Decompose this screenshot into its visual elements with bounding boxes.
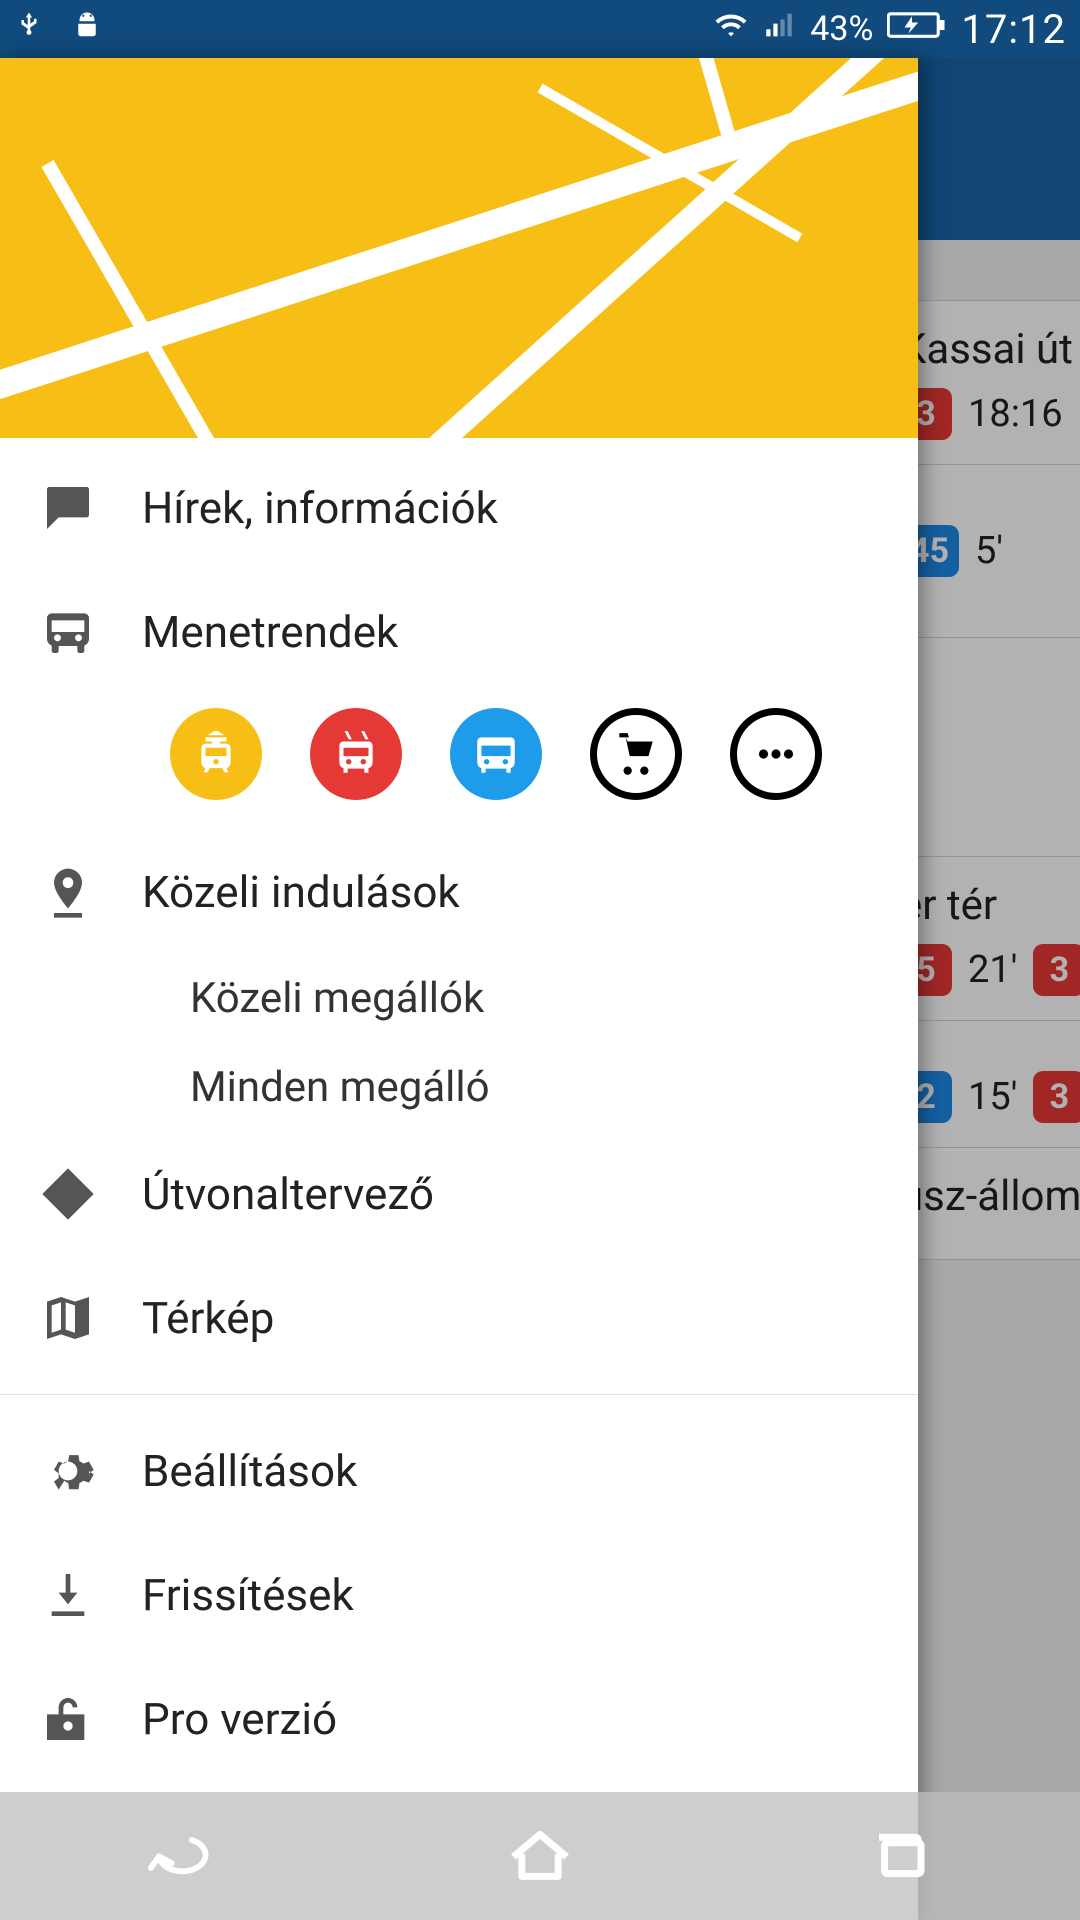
transport-more-button[interactable] — [730, 708, 822, 800]
unlock-icon — [40, 1691, 96, 1747]
menu-label: Pro verzió — [142, 1693, 337, 1745]
more-horizontal-icon — [751, 729, 801, 779]
shopping-cart-icon — [611, 729, 661, 779]
bus-icon — [471, 729, 521, 779]
trolleybus-icon — [331, 729, 381, 779]
map-icon — [40, 1290, 96, 1346]
menu-label: Beállítások — [142, 1445, 357, 1497]
home-button[interactable] — [505, 1825, 575, 1887]
menu-label: Minden megálló — [190, 1063, 490, 1112]
bus-icon — [40, 604, 96, 660]
menu-item-pro-version[interactable]: Pro verzió — [0, 1657, 918, 1781]
status-clock: 17:12 — [961, 6, 1066, 53]
transport-bus-button[interactable] — [450, 708, 542, 800]
menu-label: Közeli indulások — [142, 866, 460, 918]
menu-label: Útvonaltervező — [142, 1168, 434, 1220]
menu-subitem-all-stops[interactable]: Minden megálló — [0, 1043, 918, 1132]
system-navigation-bar — [0, 1792, 1080, 1920]
drawer-menu-list: Hírek, információk Menetrendek — [0, 438, 918, 1920]
transport-trolleybus-button[interactable] — [310, 708, 402, 800]
navigation-drawer: Hírek, információk Menetrendek — [0, 58, 918, 1920]
wifi-icon — [714, 8, 748, 51]
menu-item-updates[interactable]: Frissítések — [0, 1533, 918, 1657]
menu-divider — [0, 1394, 918, 1395]
transport-type-row — [0, 694, 918, 830]
recent-apps-button[interactable] — [865, 1825, 935, 1887]
menu-label: Hírek, információk — [142, 482, 498, 534]
usb-icon — [14, 9, 44, 49]
transport-shopping-button[interactable] — [590, 708, 682, 800]
menu-label: Közeli megállók — [190, 974, 484, 1023]
tram-icon — [191, 729, 241, 779]
location-pin-icon — [40, 864, 96, 920]
menu-item-map[interactable]: Térkép — [0, 1256, 918, 1380]
transport-tram-button[interactable] — [170, 708, 262, 800]
status-bar: 43% 17:12 — [0, 0, 1080, 58]
menu-item-nearby-departures[interactable]: Közeli indulások — [0, 830, 918, 954]
signal-icon — [762, 8, 796, 51]
battery-charging-icon — [887, 9, 947, 50]
gear-icon — [40, 1443, 96, 1499]
menu-label: Frissítések — [142, 1569, 354, 1621]
menu-item-schedules[interactable]: Menetrendek — [0, 570, 918, 694]
directions-icon — [40, 1166, 96, 1222]
android-debug-icon — [72, 9, 102, 49]
chat-icon — [40, 480, 96, 536]
menu-label: Térkép — [142, 1292, 274, 1344]
back-button[interactable] — [145, 1825, 215, 1887]
drawer-header-graphic — [0, 58, 918, 438]
menu-item-settings[interactable]: Beállítások — [0, 1409, 918, 1533]
menu-subitem-nearby-stops[interactable]: Közeli megállók — [0, 954, 918, 1043]
menu-item-news[interactable]: Hírek, információk — [0, 446, 918, 570]
menu-label: Menetrendek — [142, 606, 398, 658]
download-icon — [40, 1567, 96, 1623]
battery-percentage: 43% — [810, 9, 873, 49]
menu-item-route-planner[interactable]: Útvonaltervező — [0, 1132, 918, 1256]
